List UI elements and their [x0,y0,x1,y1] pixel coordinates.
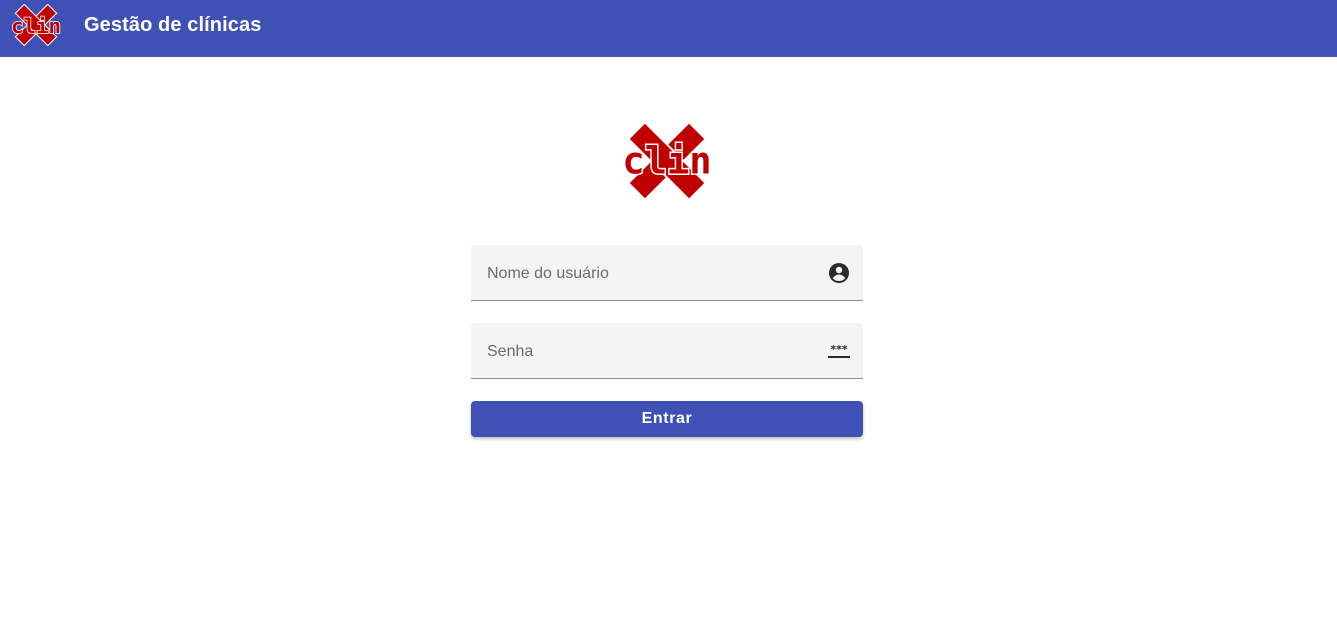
password-icon: *** [828,343,850,358]
username-field[interactable]: Nome do usuário [471,245,863,301]
clin-logo-icon: clin [621,122,713,200]
password-field[interactable]: Senha *** [471,323,863,379]
login-button[interactable]: Entrar [471,401,863,437]
password-label: Senha [487,343,534,360]
username-label: Nome do usuário [487,265,609,282]
app-toolbar: clin Gestão de clínicas [0,0,1337,57]
logo-text: clin [11,14,61,38]
app-title: Gestão de clínicas [84,14,262,36]
account-circle-icon [829,263,849,283]
clin-logo-icon[interactable]: clin [10,4,62,46]
svg-text:***: *** [830,343,848,356]
logo-text: clin [622,140,711,183]
